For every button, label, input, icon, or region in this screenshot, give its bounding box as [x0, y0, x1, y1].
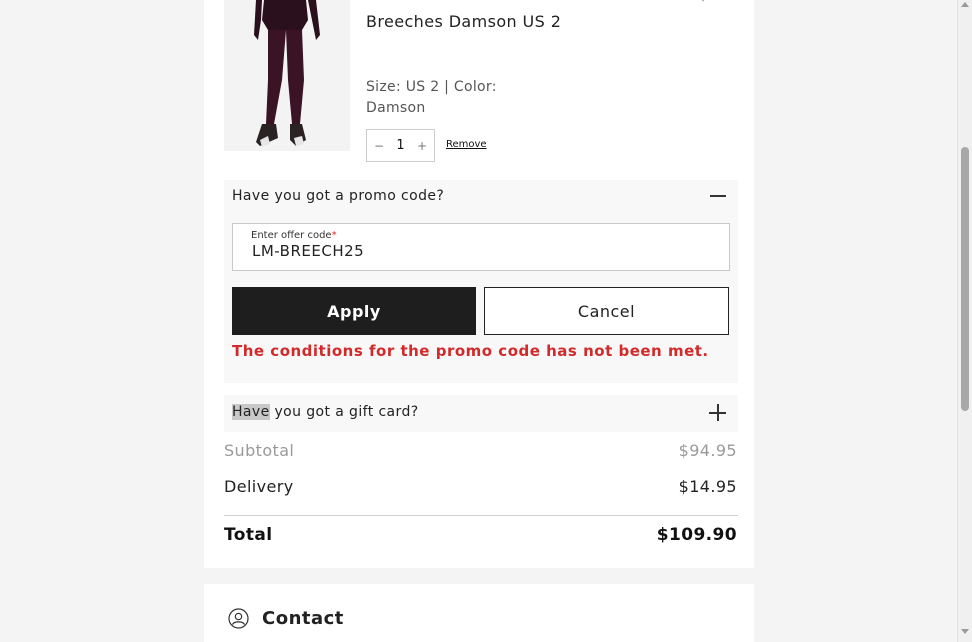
quantity-stepper: − 1 +: [366, 129, 435, 162]
quantity-value[interactable]: 1: [396, 138, 404, 153]
plus-icon[interactable]: [709, 404, 726, 421]
gift-card-title-rest: you got a gift card?: [269, 404, 419, 420]
apply-button[interactable]: Apply: [232, 287, 476, 335]
summary-divider: [224, 515, 738, 516]
subtotal-label: Subtotal: [224, 441, 295, 460]
scroll-up-arrow-icon[interactable]: [961, 2, 969, 7]
minus-icon[interactable]: [710, 195, 726, 197]
remove-link[interactable]: Remove: [446, 139, 487, 150]
promo-error-message: The conditions for the promo code has no…: [232, 342, 709, 360]
total-label: Total: [224, 525, 273, 545]
scroll-thumb[interactable]: [961, 147, 969, 411]
delivery-value: $14.95: [678, 477, 737, 496]
offer-code-label: Enter offer code*: [251, 230, 337, 241]
scroll-down-arrow-icon[interactable]: [961, 629, 969, 634]
user-circle-icon: [228, 608, 249, 629]
gift-card-toggle[interactable]: Have you got a gift card?: [232, 402, 419, 422]
increase-quantity-button[interactable]: +: [417, 139, 427, 153]
subtotal-value: $94.95: [678, 441, 737, 460]
delivery-label: Delivery: [224, 477, 294, 496]
product-image: [224, 0, 350, 151]
offer-code-label-text: Enter offer code: [251, 230, 332, 241]
product-name[interactable]: Naomi Pull On Breeches Damson US 2: [366, 0, 566, 36]
product-meta: Size: US 2 | Color: Damson: [366, 79, 497, 116]
contact-heading: Contact: [262, 608, 344, 629]
scrollbar[interactable]: [957, 0, 972, 642]
total-value: $109.90: [656, 525, 737, 545]
cancel-button[interactable]: Cancel: [484, 287, 729, 335]
gift-card-title-highlight: Have: [232, 404, 270, 420]
offer-code-input[interactable]: [252, 242, 712, 260]
required-marker: *: [331, 230, 337, 241]
decrease-quantity-button[interactable]: −: [374, 139, 384, 153]
promo-code-toggle[interactable]: Have you got a promo code?: [232, 186, 444, 206]
product-price: $94.95: [698, 0, 754, 8]
